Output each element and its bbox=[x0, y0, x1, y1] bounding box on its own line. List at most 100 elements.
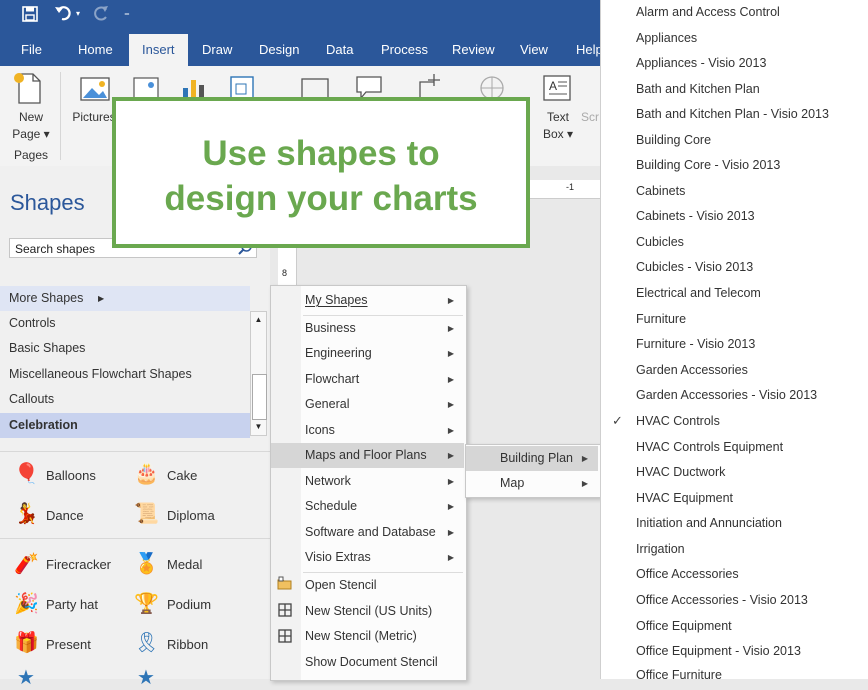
menu-item-visio-extras[interactable]: Visio Extras ▶ bbox=[271, 545, 464, 570]
stencil-garden-accessories[interactable]: Garden Accessories bbox=[636, 363, 748, 377]
stencil-scrollbar[interactable]: ▲ ▼ bbox=[250, 311, 267, 436]
tab-review[interactable]: Review bbox=[452, 42, 495, 57]
shape-present[interactable]: Present bbox=[46, 637, 91, 652]
customize-toolbar-icon[interactable]: ₌ bbox=[124, 6, 130, 19]
stencil-garden-accessories-2013[interactable]: Garden Accessories - Visio 2013 bbox=[636, 388, 817, 402]
new-page-button[interactable]: New Page ▾ bbox=[8, 109, 54, 143]
tab-design[interactable]: Design bbox=[259, 42, 299, 57]
new-page-icon[interactable] bbox=[10, 70, 52, 110]
tab-home[interactable]: Home bbox=[78, 42, 113, 57]
shape-dance[interactable]: Dance bbox=[46, 508, 84, 523]
stencil-office-equipment[interactable]: Office Equipment bbox=[636, 619, 732, 633]
scroll-down-icon[interactable]: ▼ bbox=[251, 419, 266, 435]
picture-icon[interactable] bbox=[78, 72, 114, 108]
stencil-controls[interactable]: Controls bbox=[0, 311, 250, 336]
tab-process[interactable]: Process bbox=[381, 42, 428, 57]
stencil-celebration[interactable]: Celebration bbox=[0, 413, 250, 438]
stencil-hvac-ductwork[interactable]: HVAC Ductwork bbox=[636, 465, 725, 479]
menu-item-general[interactable]: General ▶ bbox=[271, 392, 464, 417]
shape-podium[interactable]: Podium bbox=[167, 597, 211, 612]
podium-icon: 🏆 bbox=[134, 593, 159, 615]
stencil-misc-flowchart[interactable]: Miscellaneous Flowchart Shapes bbox=[0, 362, 250, 387]
menu-item-label: Engineering bbox=[305, 346, 372, 360]
stencil-office-accessories[interactable]: Office Accessories bbox=[636, 567, 739, 581]
firecracker-icon: 🧨 bbox=[14, 553, 39, 575]
stencil-irrigation[interactable]: Irrigation bbox=[636, 542, 685, 556]
save-icon[interactable] bbox=[22, 6, 38, 27]
shape-ribbon[interactable]: Ribbon bbox=[167, 637, 208, 652]
menu-item-engineering[interactable]: Engineering ▶ bbox=[271, 341, 464, 366]
chevron-right-icon: ▶ bbox=[447, 349, 454, 358]
menu-item-software-database[interactable]: Software and Database ▶ bbox=[271, 520, 464, 545]
stencil-bath-kitchen-plan-2013[interactable]: Bath and Kitchen Plan - Visio 2013 bbox=[636, 107, 829, 121]
stencil-building-core[interactable]: Building Core bbox=[636, 133, 711, 147]
stencil-callouts[interactable]: Callouts bbox=[0, 387, 250, 412]
shape-balloons[interactable]: Balloons bbox=[46, 468, 96, 483]
menu-item-building-plan[interactable]: Building Plan ▶ bbox=[466, 446, 598, 471]
ribbon-icon: 🎗 bbox=[134, 632, 160, 654]
undo-icon[interactable] bbox=[54, 4, 74, 27]
menu-item-network[interactable]: Network ▶ bbox=[271, 469, 464, 494]
menu-item-my-shapes[interactable]: My Shapes ▶ bbox=[271, 288, 464, 313]
menu-item-open-stencil[interactable]: Open Stencil bbox=[271, 573, 464, 598]
scroll-up-icon[interactable]: ▲ bbox=[251, 312, 266, 328]
redo-icon[interactable] bbox=[92, 4, 110, 27]
tab-view[interactable]: View bbox=[520, 42, 548, 57]
stencil-hvac-equipment[interactable]: HVAC Equipment bbox=[636, 491, 733, 505]
stencil-more-shapes[interactable]: More Shapes ▶ bbox=[0, 286, 250, 311]
stencil-cabinets[interactable]: Cabinets bbox=[636, 184, 685, 198]
present-icon: 🎁 bbox=[14, 632, 39, 654]
shape-cake[interactable]: Cake bbox=[167, 468, 197, 483]
menu-item-schedule[interactable]: Schedule ▶ bbox=[271, 494, 464, 519]
menu-item-map[interactable]: Map ▶ bbox=[466, 471, 598, 496]
ribbon-separator bbox=[60, 72, 61, 160]
shape-diploma[interactable]: Diploma bbox=[167, 508, 215, 523]
stencil-appliances-2013[interactable]: Appliances - Visio 2013 bbox=[636, 56, 766, 70]
chevron-right-icon: ▶ bbox=[447, 451, 454, 460]
stencil-building-core-2013[interactable]: Building Core - Visio 2013 bbox=[636, 158, 780, 172]
menu-item-icons[interactable]: Icons ▶ bbox=[271, 418, 464, 443]
stencil-bath-kitchen-plan[interactable]: Bath and Kitchen Plan bbox=[636, 82, 760, 96]
menu-item-new-stencil-us[interactable]: New Stencil (US Units) bbox=[271, 599, 464, 624]
text-box-button[interactable]: Text Box ▾ bbox=[538, 109, 578, 143]
stencil-basic-shapes[interactable]: Basic Shapes bbox=[0, 336, 250, 361]
stencil-furniture-2013[interactable]: Furniture - Visio 2013 bbox=[636, 337, 755, 351]
shape-party-hat[interactable]: Party hat bbox=[46, 597, 98, 612]
tab-help[interactable]: Help bbox=[576, 42, 603, 57]
menu-item-maps-floor-plans[interactable]: Maps and Floor Plans ▶ bbox=[271, 443, 464, 468]
menu-item-new-stencil-metric[interactable]: New Stencil (Metric) bbox=[271, 624, 464, 649]
tab-draw[interactable]: Draw bbox=[202, 42, 232, 57]
chevron-right-icon: ▶ bbox=[447, 528, 454, 537]
menu-item-flowchart[interactable]: Flowchart ▶ bbox=[271, 367, 464, 392]
stencil-cabinets-2013[interactable]: Cabinets - Visio 2013 bbox=[636, 209, 755, 223]
stencil-hvac-controls[interactable]: HVAC Controls bbox=[636, 414, 720, 428]
cake-icon: 🎂 bbox=[134, 463, 159, 485]
undo-dropdown-icon[interactable]: ▾ bbox=[76, 9, 80, 18]
tab-file[interactable]: File bbox=[21, 42, 42, 57]
stencil-alarm-access-control[interactable]: Alarm and Access Control bbox=[636, 5, 780, 19]
menu-item-business[interactable]: Business ▶ bbox=[271, 316, 464, 341]
stencil-office-accessories-2013[interactable]: Office Accessories - Visio 2013 bbox=[636, 593, 808, 607]
text-box-icon[interactable]: A bbox=[542, 74, 572, 104]
stencil-cubicles[interactable]: Cubicles bbox=[636, 235, 684, 249]
stencil-furniture[interactable]: Furniture bbox=[636, 312, 686, 326]
star-icon: ★ bbox=[137, 667, 155, 689]
chevron-right-icon: ▶ bbox=[98, 294, 105, 303]
star-icon: ★ bbox=[17, 667, 35, 689]
shape-medal[interactable]: Medal bbox=[167, 557, 202, 572]
menu-item-show-document-stencil[interactable]: Show Document Stencil bbox=[271, 650, 464, 675]
menu-item-label: Map bbox=[500, 476, 525, 490]
stencil-electrical-telecom[interactable]: Electrical and Telecom bbox=[636, 286, 761, 300]
screen-tip-button[interactable]: Scr bbox=[580, 109, 600, 126]
stencil-appliances[interactable]: Appliances bbox=[636, 31, 697, 45]
scroll-thumb[interactable] bbox=[252, 374, 267, 420]
stencil-office-furniture[interactable]: Office Furniture bbox=[636, 668, 722, 682]
svg-text:A: A bbox=[549, 79, 557, 93]
stencil-cubicles-2013[interactable]: Cubicles - Visio 2013 bbox=[636, 260, 753, 274]
stencil-office-equipment-2013[interactable]: Office Equipment - Visio 2013 bbox=[636, 644, 801, 658]
tab-insert[interactable]: Insert bbox=[129, 34, 188, 66]
tab-data[interactable]: Data bbox=[326, 42, 353, 57]
stencil-initiation-annunciation[interactable]: Initiation and Annunciation bbox=[636, 516, 782, 530]
stencil-hvac-controls-equipment[interactable]: HVAC Controls Equipment bbox=[636, 440, 783, 454]
shape-firecracker[interactable]: Firecracker bbox=[46, 557, 111, 572]
